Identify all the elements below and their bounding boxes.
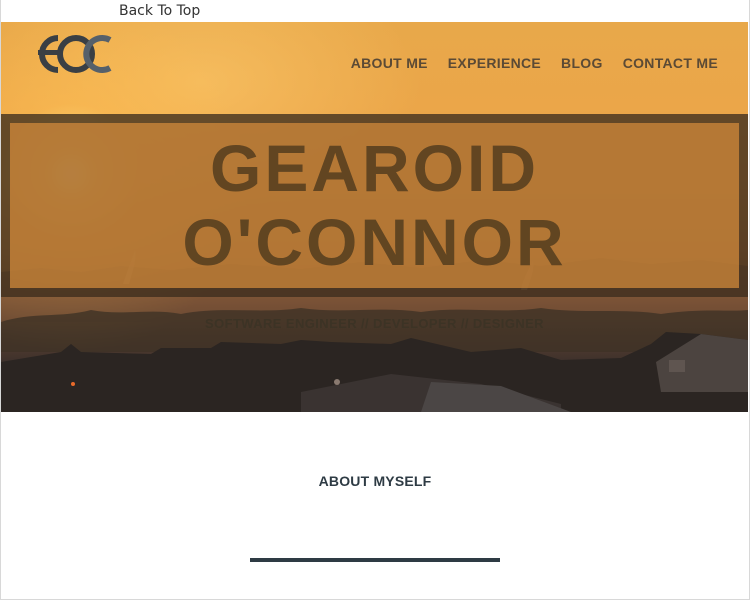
hero-banner: ABOUT ME EXPERIENCE BLOG CONTACT ME GEAR… [1, 22, 748, 412]
nav-item-about-me[interactable]: ABOUT ME [351, 55, 428, 71]
hero-name-first: GEAROID [209, 131, 540, 205]
hero-name-last: O'CONNOR [182, 205, 567, 279]
nav-item-contact-me[interactable]: CONTACT ME [623, 55, 718, 71]
section-divider [250, 558, 500, 562]
back-to-top-link[interactable]: Back To Top [119, 3, 200, 19]
about-section-title: ABOUT MYSELF [318, 473, 432, 489]
nav-item-blog[interactable]: BLOG [561, 55, 603, 71]
nav-item-experience[interactable]: EXPERIENCE [448, 55, 541, 71]
hero-tagline: SOFTWARE ENGINEER // DEVELOPER // DESIGN… [205, 316, 544, 331]
goc-logo-icon[interactable] [30, 30, 122, 78]
main-nav: ABOUT ME EXPERIENCE BLOG CONTACT ME [331, 55, 718, 71]
